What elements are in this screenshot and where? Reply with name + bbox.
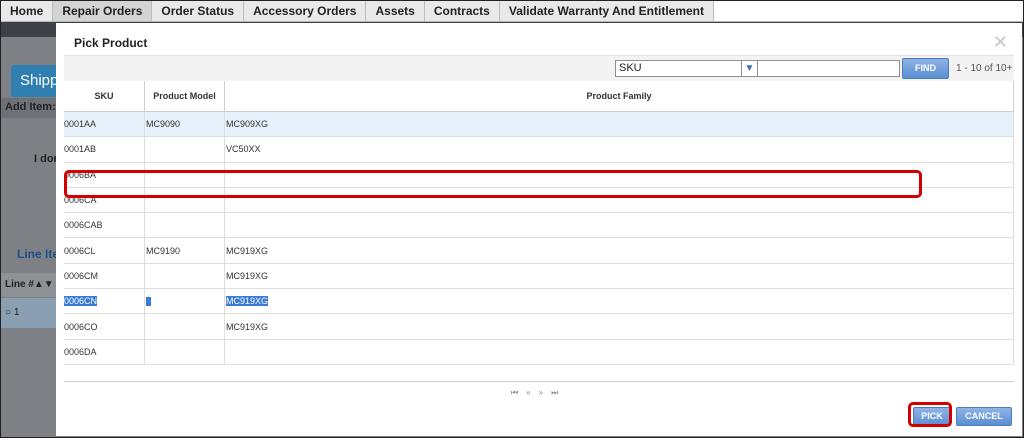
cell-product-model: MC9190 bbox=[145, 238, 225, 263]
dialog-title: Pick Product bbox=[74, 36, 148, 50]
cell-sku-text: 0006CA bbox=[64, 195, 97, 206]
find-button[interactable]: FIND bbox=[902, 58, 949, 79]
cell-product-family-text: VC50XX bbox=[226, 144, 261, 155]
line-items-heading: Line Ite bbox=[17, 247, 60, 261]
table-row[interactable]: 0006CAB bbox=[64, 213, 1014, 239]
table-row[interactable]: 0001AB VC50XX bbox=[64, 137, 1014, 163]
last-page-icon[interactable]: ⏭ bbox=[551, 388, 558, 398]
cell-sku: 0006DA bbox=[64, 339, 145, 364]
table-row[interactable]: 0006CA bbox=[64, 187, 1014, 214]
cell-product-model: MC9090 bbox=[145, 112, 225, 137]
cell-product-family: MC919XG bbox=[225, 263, 1014, 289]
pager: ⏮ « » ⏭ bbox=[511, 388, 558, 398]
column-header-sku[interactable]: SKU bbox=[64, 81, 145, 111]
pick-product-dialog: Pick Product ✕ SKU ▼ FIND 1 - 10 of 10+ … bbox=[56, 23, 1022, 436]
search-toolbar: SKU ▼ FIND 1 - 10 of 10+ bbox=[64, 55, 1014, 81]
result-count: 1 - 10 of 10+ bbox=[956, 63, 1013, 74]
cell-product-family: MC919XG bbox=[225, 314, 1014, 339]
cell-product-model-text bbox=[146, 296, 151, 306]
cell-sku-text: 0006CO bbox=[64, 321, 98, 332]
cell-product-model-text: MC9090 bbox=[146, 119, 181, 130]
search-field-value: SKU bbox=[619, 62, 642, 74]
cell-product-family: MC909XG bbox=[225, 112, 1014, 137]
cell-product-model bbox=[145, 137, 225, 162]
cell-product-family-text: MC919XG bbox=[226, 296, 269, 307]
cell-product-family-text: MC919XG bbox=[226, 321, 269, 332]
radio-icon[interactable]: ○ bbox=[5, 307, 11, 318]
cell-product-model-text: MC9190 bbox=[146, 245, 181, 256]
cell-sku: 0006CA bbox=[64, 187, 145, 213]
cell-sku-text: 0006CM bbox=[64, 270, 99, 281]
table-row[interactable]: 0006CM MC919XG bbox=[64, 263, 1014, 290]
cell-sku-text: 0001AB bbox=[64, 144, 97, 155]
prev-page-icon[interactable]: « bbox=[526, 388, 530, 398]
cell-sku: 0006CM bbox=[64, 263, 145, 289]
line-number-header[interactable]: Line #▲▼ bbox=[1, 273, 60, 297]
table-row[interactable]: 0006CO MC919XG bbox=[64, 314, 1014, 340]
table-row[interactable]: 0006CL MC9190 MC919XG bbox=[64, 238, 1014, 264]
cell-sku: 0006CAB bbox=[64, 213, 145, 238]
column-header-product-model[interactable]: Product Model bbox=[145, 81, 225, 111]
table-row[interactable]: 0006DA bbox=[64, 339, 1014, 365]
add-item-label: Add Item: bbox=[1, 98, 60, 118]
next-page-icon[interactable]: » bbox=[539, 388, 543, 398]
top-nav: Home Repair Orders Order Status Accessor… bbox=[1, 1, 1023, 22]
pick-button[interactable]: PICK bbox=[913, 407, 951, 426]
table-body: 0001AA MC9090 MC909XG 0001AB VC50XX 0006BA 000… bbox=[64, 112, 1014, 365]
cell-product-family bbox=[225, 162, 1014, 187]
table-row[interactable]: 0006CN MC919XG bbox=[64, 289, 1014, 315]
nav-accessory-orders[interactable]: Accessory Orders bbox=[244, 1, 367, 21]
nav-home[interactable]: Home bbox=[1, 1, 54, 21]
nav-repair-orders[interactable]: Repair Orders bbox=[53, 1, 153, 21]
cell-sku-text: 0001AA bbox=[64, 119, 97, 130]
cell-sku-text: 0006CAB bbox=[64, 220, 103, 231]
cell-sku: 0006CO bbox=[64, 314, 145, 339]
chevron-down-icon[interactable]: ▼ bbox=[741, 61, 757, 76]
cell-product-family: MC919XG bbox=[225, 289, 1014, 314]
column-header-product-family[interactable]: Product Family bbox=[225, 81, 1014, 111]
cell-product-family bbox=[225, 213, 1014, 238]
cell-product-family: VC50XX bbox=[225, 137, 1014, 162]
search-field-select[interactable]: SKU ▼ bbox=[615, 60, 758, 77]
nav-assets[interactable]: Assets bbox=[366, 1, 425, 21]
cell-product-model bbox=[145, 187, 225, 213]
cell-product-family-text: MC919XG bbox=[226, 245, 269, 256]
nav-order-status[interactable]: Order Status bbox=[152, 1, 245, 21]
cell-sku: 0001AA bbox=[64, 112, 145, 137]
first-page-icon[interactable]: ⏮ bbox=[511, 388, 518, 398]
cell-product-family bbox=[225, 339, 1014, 364]
cell-sku: 0006CL bbox=[64, 238, 145, 263]
cell-sku-text: 0006DA bbox=[64, 346, 97, 357]
cell-product-family bbox=[225, 187, 1014, 213]
line-item-number: 1 bbox=[13, 307, 20, 318]
cell-product-model bbox=[145, 162, 225, 187]
cell-product-model bbox=[145, 263, 225, 289]
nav-contracts[interactable]: Contracts bbox=[425, 1, 500, 21]
cell-sku-text: 0006BA bbox=[64, 169, 97, 180]
cell-product-model bbox=[145, 213, 225, 238]
cell-product-family-text: MC919XG bbox=[226, 270, 269, 281]
table-row[interactable]: 0006BA bbox=[64, 162, 1014, 188]
nav-filler bbox=[714, 1, 1023, 21]
cell-product-model bbox=[145, 339, 225, 364]
line-item-row[interactable]: ○ 1 bbox=[1, 298, 60, 328]
cell-sku: 0001AB bbox=[64, 137, 145, 162]
table-header: SKU Product Model Product Family bbox=[64, 81, 1014, 112]
cell-product-model bbox=[145, 314, 225, 339]
cell-sku: 0006CN bbox=[64, 289, 145, 314]
cell-sku-text: 0006CN bbox=[64, 296, 98, 307]
cell-product-family-text: MC909XG bbox=[226, 119, 269, 130]
table-row[interactable]: 0001AA MC9090 MC909XG bbox=[64, 112, 1014, 138]
nav-validate-warranty[interactable]: Validate Warranty And Entitlement bbox=[500, 1, 715, 21]
cell-product-family: MC919XG bbox=[225, 238, 1014, 263]
cancel-button[interactable]: CANCEL bbox=[956, 407, 1012, 426]
cell-sku: 0006BA bbox=[64, 162, 145, 187]
cell-sku-text: 0006CL bbox=[64, 245, 96, 256]
cell-product-model bbox=[145, 289, 225, 314]
search-input[interactable] bbox=[757, 60, 900, 77]
app-window: Home Repair Orders Order Status Accessor… bbox=[0, 0, 1024, 438]
close-icon[interactable]: ✕ bbox=[993, 32, 1008, 53]
product-table: SKU Product Model Product Family 0001AA M… bbox=[64, 81, 1014, 365]
